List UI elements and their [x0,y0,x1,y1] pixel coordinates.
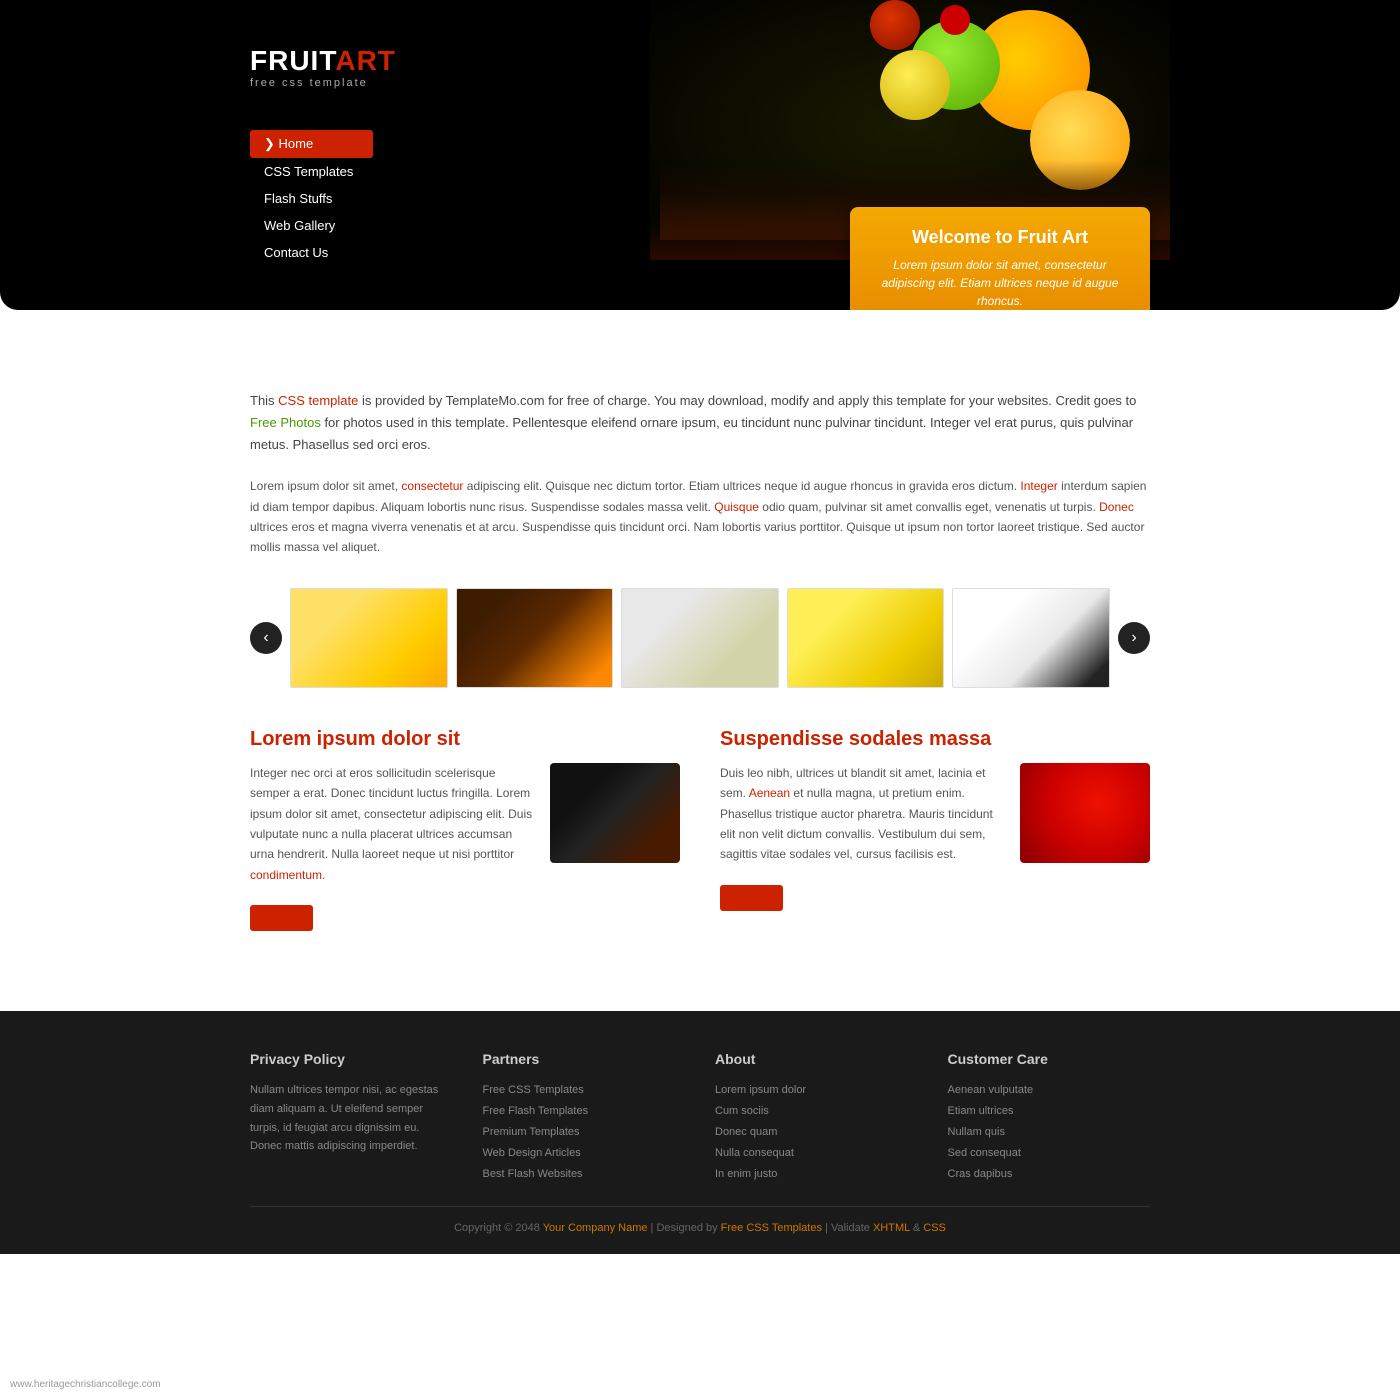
welcome-body: Lorem ipsum dolor sit amet, consectetur … [870,256,1130,310]
condimentum-link[interactable]: condimentum [250,868,322,882]
footer-care-item-0[interactable]: Aenean vulputate [948,1081,1151,1096]
css-template-link[interactable]: CSS template [278,393,358,408]
footer-care-item-3[interactable]: Sed consequat [948,1144,1151,1159]
footer-care-item-2[interactable]: Nullam quis [948,1123,1151,1138]
footer-copyright: Copyright © 2048 Your Company Name | Des… [454,1222,946,1234]
footer: Privacy Policy Nullam ultrices tempor ni… [0,1011,1400,1254]
footer-about-item-2[interactable]: Donec quam [715,1123,918,1138]
nav-item-gallery[interactable]: Web Gallery [250,212,373,239]
nav-item-contact[interactable]: Contact Us [250,239,373,266]
gallery-item-0[interactable] [290,588,448,688]
footer-partner-item-0[interactable]: Free CSS Templates [483,1081,686,1096]
col1-title: Lorem ipsum dolor sit [250,728,680,751]
column-1: Lorem ipsum dolor sit Integer nec orci a… [250,728,680,931]
nav-item-flash[interactable]: Flash Stuffs [250,185,373,212]
gallery-item-3[interactable] [787,588,945,688]
free-photos-link[interactable]: Free Photos [250,415,321,430]
footer-partners-list: Free CSS Templates Free Flash Templates … [483,1081,686,1180]
gallery-item-4[interactable] [952,588,1110,688]
footer-col-customer-care: Customer Care Aenean vulputate Etiam ult… [948,1051,1151,1186]
footer-care-list: Aenean vulputate Etiam ultrices Nullam q… [948,1081,1151,1180]
welcome-box: Welcome to Fruit Art Lorem ipsum dolor s… [850,207,1150,310]
logo: FRUITART free css template [250,45,396,89]
gallery-prev-button[interactable]: ‹ [250,622,282,654]
nav-item-home[interactable]: Home [250,130,373,158]
col2-image [1020,763,1150,863]
gallery-strip: ‹ › [250,588,1150,688]
col2-title: Suspendisse sodales massa [720,728,1150,751]
footer-care-item-4[interactable]: Cras dapibus [948,1165,1151,1180]
footer-about-list: Lorem ipsum dolor Cum sociis Donec quam … [715,1081,918,1180]
body-paragraph: Lorem ipsum dolor sit amet, consectetur … [250,476,1150,558]
footer-about-title: About [715,1051,918,1067]
footer-about-item-4[interactable]: In enim justo [715,1165,918,1180]
logo-subtitle: free css template [250,77,396,89]
col1-image [550,763,680,863]
col2-text: Duis leo nibh, ultrices ut blandit sit a… [720,763,1006,875]
two-column-section: Lorem ipsum dolor sit Integer nec orci a… [250,728,1150,931]
main-content: This CSS template is provided by Templat… [250,310,1150,971]
gallery-items [290,588,1110,688]
footer-partners-title: Partners [483,1051,686,1067]
welcome-title: Welcome to Fruit Art [870,227,1130,248]
footer-partner-item-2[interactable]: Premium Templates [483,1123,686,1138]
footer-partner-item-1[interactable]: Free Flash Templates [483,1102,686,1117]
nav-item-css[interactable]: CSS Templates [250,158,373,185]
main-nav: Home CSS Templates Flash Stuffs Web Gall… [250,130,373,266]
company-name-link[interactable]: Your Company Name [543,1222,648,1234]
footer-about-item-1[interactable]: Cum sociis [715,1102,918,1117]
website-url: www.heritagechristiancollege.com [10,1379,161,1390]
footer-about-item-0[interactable]: Lorem ipsum dolor [715,1081,918,1096]
logo-title: FRUIT [250,45,335,76]
footer-privacy-text: Nullam ultrices tempor nisi, ac egestas … [250,1081,453,1156]
consectetur-link[interactable]: consectetur [401,479,463,493]
col1-text: Integer nec orci at eros sollicitudin sc… [250,763,536,895]
donec-link[interactable]: Donec [1099,500,1134,514]
footer-partner-item-3[interactable]: Web Design Articles [483,1144,686,1159]
col2-more-button[interactable]: more [720,885,783,911]
column-2: Suspendisse sodales massa Duis leo nibh,… [720,728,1150,931]
logo-accent: ART [335,45,396,76]
xhtml-link[interactable]: XHTML [873,1222,910,1234]
footer-col-about: About Lorem ipsum dolor Cum sociis Donec… [715,1051,918,1186]
footer-care-title: Customer Care [948,1051,1151,1067]
gallery-next-button[interactable]: › [1118,622,1150,654]
css-templates-link[interactable]: Free CSS Templates [721,1222,822,1234]
footer-columns: Privacy Policy Nullam ultrices tempor ni… [250,1051,1150,1186]
css-link[interactable]: CSS [923,1222,946,1234]
gallery-item-1[interactable] [456,588,614,688]
footer-about-item-3[interactable]: Nulla consequat [715,1144,918,1159]
col1-more-button[interactable]: more [250,905,313,931]
footer-care-item-1[interactable]: Etiam ultrices [948,1102,1151,1117]
footer-privacy-title: Privacy Policy [250,1051,453,1067]
gallery-item-2[interactable] [621,588,779,688]
intro-paragraph: This CSS template is provided by Templat… [250,390,1150,456]
footer-col-partners: Partners Free CSS Templates Free Flash T… [483,1051,686,1186]
aenean-link[interactable]: Aenean [749,786,790,800]
footer-partner-item-4[interactable]: Best Flash Websites [483,1165,686,1180]
quisque-link[interactable]: Quisque [714,500,759,514]
integer-link[interactable]: Integer [1020,479,1057,493]
footer-col-privacy: Privacy Policy Nullam ultrices tempor ni… [250,1051,453,1186]
